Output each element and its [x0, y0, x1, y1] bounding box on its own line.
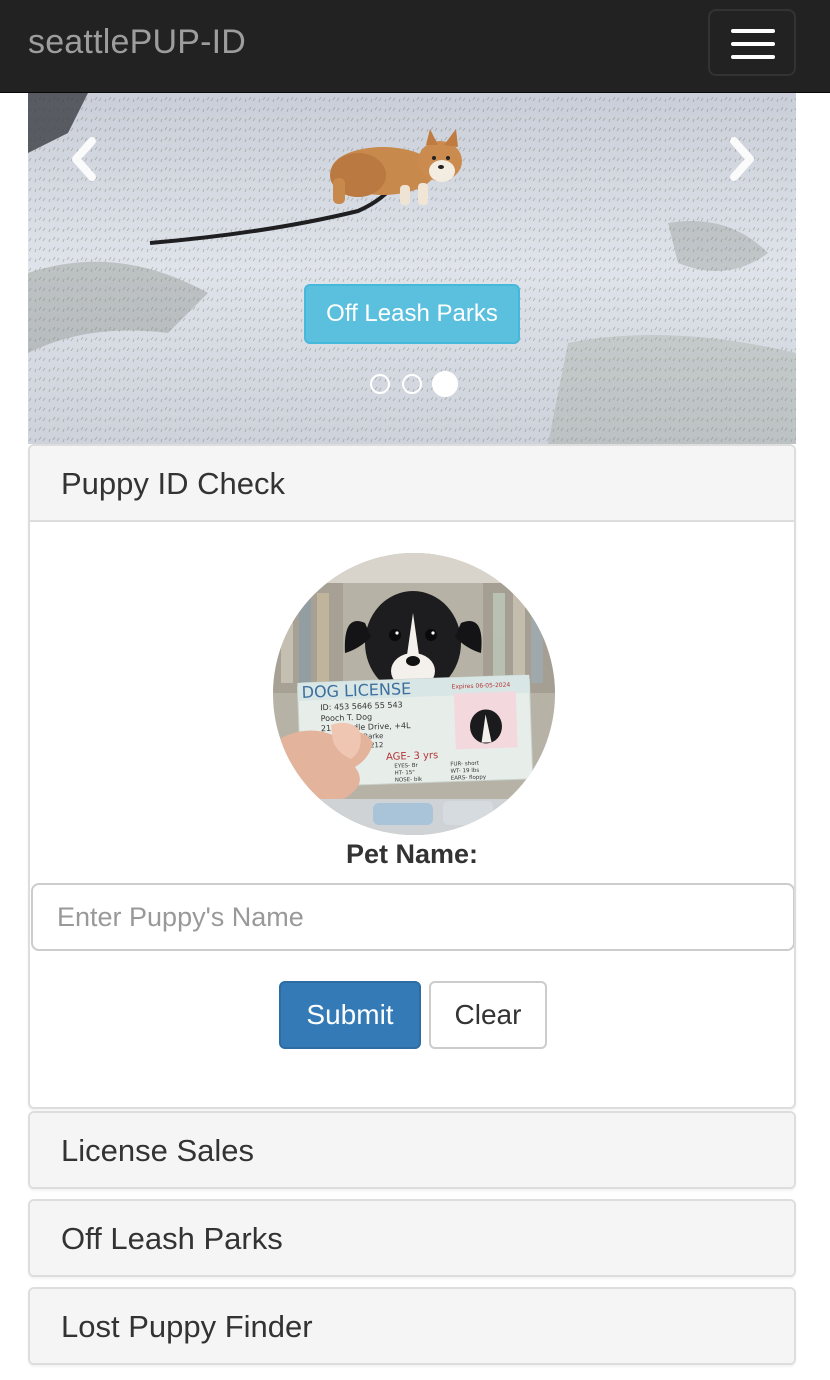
top-navbar: seattlePUP-ID	[0, 0, 830, 93]
license-sales-panel: License Sales	[28, 1111, 796, 1189]
pet-name-input[interactable]	[31, 883, 794, 951]
license-fur-text: FUR- short	[450, 761, 480, 768]
license-age-text: AGE- 3 yrs	[386, 750, 439, 763]
carousel-prev-control[interactable]	[64, 131, 108, 187]
license-eyes-text: EYES- Br	[394, 763, 419, 770]
license-sales-heading[interactable]: License Sales	[30, 1113, 794, 1187]
chevron-right-icon	[730, 137, 754, 181]
carousel-next-control[interactable]	[718, 131, 762, 187]
carousel-indicators	[28, 370, 796, 397]
off-leash-parks-caption-button[interactable]: Off Leash Parks	[304, 284, 520, 344]
license-name-text: Pooch T. Dog	[320, 712, 372, 723]
license-height-text: HT- 15"	[394, 770, 414, 777]
pet-name-label: Pet Name:	[345, 839, 479, 869]
puppy-id-check-panel: Puppy ID Check DOG LICENSE Expires 06-05…	[28, 444, 796, 1109]
puppy-id-check-heading[interactable]: Puppy ID Check	[30, 446, 794, 522]
lost-puppy-finder-panel: Lost Puppy Finder	[28, 1287, 796, 1365]
license-weight-text: WT- 19 lbs	[450, 768, 479, 775]
image-carousel: Off Leash Parks	[28, 93, 796, 444]
off-leash-parks-heading[interactable]: Off Leash Parks	[30, 1201, 794, 1275]
license-nose-text: NOSE- blk	[395, 777, 423, 784]
submit-button[interactable]: Submit	[279, 981, 421, 1049]
menu-toggle-button[interactable]	[708, 9, 796, 76]
clear-button[interactable]: Clear	[429, 981, 547, 1049]
carousel-indicator-2[interactable]	[402, 374, 422, 394]
carousel-indicator-1[interactable]	[370, 374, 390, 394]
carousel-indicator-3-active[interactable]	[432, 371, 458, 397]
chevron-left-icon	[72, 137, 96, 181]
off-leash-parks-panel: Off Leash Parks	[28, 1199, 796, 1277]
dog-license-puppy-photo: DOG LICENSE Expires 06-05-2024 ID: 453 5…	[273, 553, 555, 835]
lost-puppy-finder-heading[interactable]: Lost Puppy Finder	[30, 1289, 794, 1363]
license-header-text: DOG LICENSE	[301, 679, 411, 702]
brand-link[interactable]: seattlePUP-ID	[28, 20, 246, 64]
license-ears-text: EARS- floppy	[451, 774, 487, 781]
